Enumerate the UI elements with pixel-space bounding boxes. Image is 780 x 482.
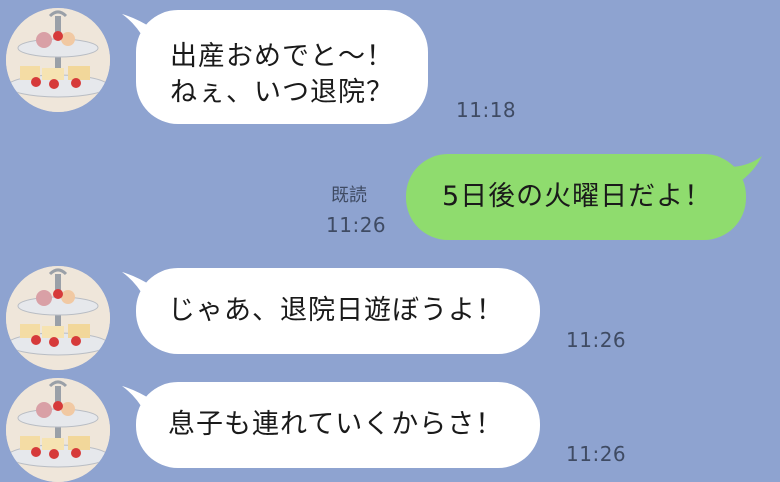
message-bubble[interactable]: じゃあ、退院日遊ぼうよ！ bbox=[136, 268, 540, 354]
message-bubble[interactable]: 息子も連れていくからさ！ bbox=[136, 382, 540, 468]
message-bubble[interactable]: 5日後の火曜日だよ！ bbox=[406, 154, 746, 240]
message-text: ねぇ、いつ退院？ bbox=[170, 77, 394, 108]
message-text: じゃあ、退院日遊ぼうよ！ bbox=[168, 295, 504, 326]
friend-avatar[interactable] bbox=[6, 266, 110, 370]
message-timestamp: 11:26 bbox=[326, 213, 387, 237]
message-bubble[interactable]: 出産おめでと～！ ねぇ、いつ退院？ bbox=[136, 10, 428, 124]
friend-avatar[interactable] bbox=[6, 8, 110, 112]
message-timestamp: 11:26 bbox=[566, 328, 627, 352]
message-text: 出産おめでと～！ bbox=[170, 41, 394, 72]
message-text: 息子も連れていくからさ！ bbox=[168, 409, 504, 440]
message-timestamp: 11:26 bbox=[566, 442, 627, 466]
friend-avatar[interactable] bbox=[6, 378, 110, 482]
message-timestamp: 11:18 bbox=[456, 98, 517, 122]
message-text: 5日後の火曜日だよ！ bbox=[442, 181, 713, 212]
read-receipt: 既読 bbox=[331, 185, 367, 206]
